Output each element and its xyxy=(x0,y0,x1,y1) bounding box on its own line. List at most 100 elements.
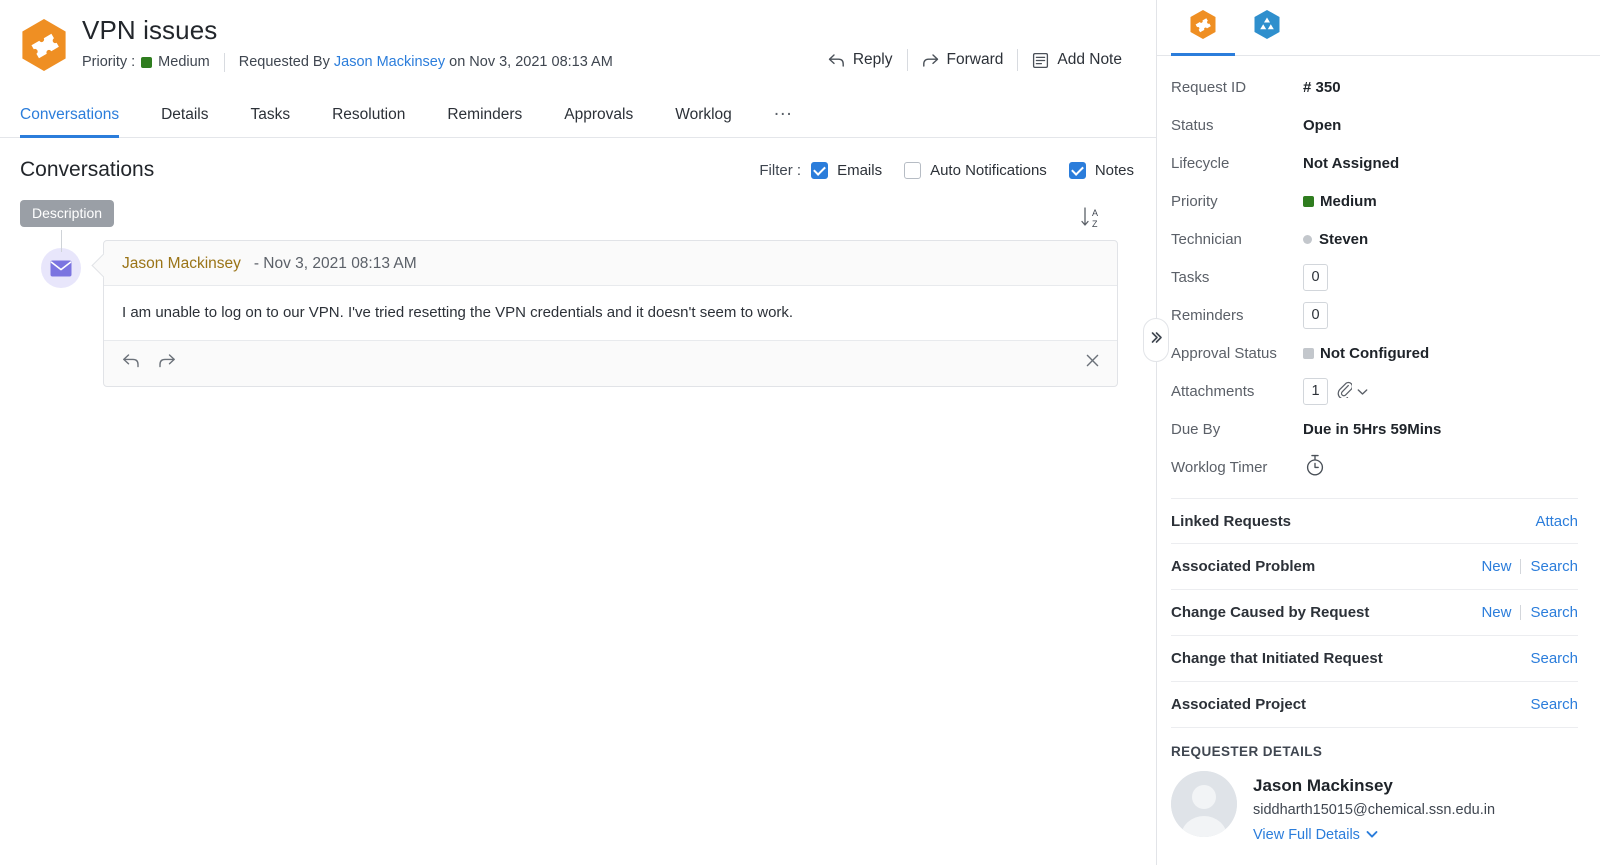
chevron-double-right-icon xyxy=(1149,330,1164,350)
filter-auto-notifications[interactable]: Auto Notifications xyxy=(904,161,1047,179)
message-body: I am unable to log on to our VPN. I've t… xyxy=(104,285,1117,341)
property-worklog-timer: Worklog Timer xyxy=(1171,448,1578,486)
property-due-by: Due By Due in 5Hrs 59Mins xyxy=(1171,410,1578,448)
message-forward-icon[interactable] xyxy=(157,353,176,374)
row-actions: Search xyxy=(1530,696,1578,713)
checkbox-emails[interactable] xyxy=(811,161,829,179)
property-technician: Technician Steven xyxy=(1171,220,1578,258)
requested-on: on Nov 3, 2021 08:13 AM xyxy=(449,54,613,70)
sidebar-tab-bar xyxy=(1157,0,1600,56)
tab-worklog[interactable]: Worklog xyxy=(675,102,732,138)
property-approval-status: Approval Status Not Configured xyxy=(1171,334,1578,372)
search-link[interactable]: Search xyxy=(1530,696,1578,713)
message-reply-icon[interactable] xyxy=(122,353,141,374)
reply-label: Reply xyxy=(852,51,893,68)
requester-link[interactable]: Jason Mackinsey xyxy=(334,52,445,72)
view-full-details-link[interactable]: View Full Details xyxy=(1253,824,1378,846)
message-header: Jason Mackinsey - Nov 3, 2021 08:13 AM xyxy=(104,241,1117,285)
asset-hex-icon xyxy=(1253,9,1281,45)
property-key: Request ID xyxy=(1171,78,1247,96)
property-value-wrap: 1 xyxy=(1303,377,1368,405)
priority-swatch xyxy=(141,56,153,68)
filter-emails[interactable]: Emails xyxy=(811,161,882,179)
reply-button[interactable]: Reply xyxy=(814,51,907,69)
search-link[interactable]: Search xyxy=(1530,604,1578,621)
requested-by-label: Requested By xyxy=(238,54,330,70)
property-key: Tasks xyxy=(1171,268,1210,286)
tab-more[interactable]: ... xyxy=(774,95,793,138)
related-records: Linked Requests Attach Associated Proble… xyxy=(1157,492,1600,728)
requester-details-heading: REQUESTER DETAILS xyxy=(1171,744,1323,759)
panel-collapse-handle[interactable] xyxy=(1143,318,1169,362)
message-bubble: Jason Mackinsey - Nov 3, 2021 08:13 AM I… xyxy=(103,240,1118,387)
meta-divider xyxy=(223,52,225,72)
reply-arrow-icon xyxy=(828,53,845,68)
stopwatch-icon[interactable] xyxy=(1303,453,1327,482)
details-sidebar: Request ID # 350 Status Open Lifecycle N… xyxy=(1157,0,1600,865)
close-icon[interactable] xyxy=(1084,352,1101,374)
reminders-count-box[interactable]: 0 xyxy=(1303,301,1328,329)
tab-approvals[interactable]: Approvals xyxy=(564,102,633,138)
property-value[interactable]: Not Assigned xyxy=(1303,155,1399,172)
property-value-wrap[interactable]: Medium xyxy=(1303,193,1377,210)
thread-stem xyxy=(61,230,62,252)
svg-text:Z: Z xyxy=(1092,219,1098,229)
filter-auto-notifications-label: Auto Notifications xyxy=(930,161,1047,179)
tab-resolution[interactable]: Resolution xyxy=(332,102,405,138)
property-value[interactable]: Open xyxy=(1303,117,1341,134)
forward-button[interactable]: Forward xyxy=(908,51,1018,69)
property-value: # 350 xyxy=(1303,78,1341,96)
property-key: Status xyxy=(1171,116,1214,134)
requester-email: siddharth15015@chemical.ssn.edu.in xyxy=(1253,802,1496,818)
property-attachments: Attachments 1 xyxy=(1171,372,1578,410)
tab-conversations[interactable]: Conversations xyxy=(20,102,120,138)
property-status: Status Open xyxy=(1171,106,1578,144)
row-change-caused-by-request: Change Caused by Request New Search xyxy=(1171,590,1578,636)
property-value-wrap: 0 xyxy=(1303,301,1328,329)
message-timestamp: - Nov 3, 2021 08:13 AM xyxy=(253,255,417,272)
property-key: Worklog Timer xyxy=(1171,458,1268,476)
envelope-icon xyxy=(41,248,81,288)
property-key: Approval Status xyxy=(1171,344,1277,362)
attach-link[interactable]: Attach xyxy=(1535,513,1578,530)
tab-details[interactable]: Details xyxy=(161,102,208,138)
request-hex-icon xyxy=(1189,9,1217,45)
search-link[interactable]: Search xyxy=(1530,558,1578,575)
note-icon xyxy=(1032,52,1049,69)
sidebar-tab-asset[interactable] xyxy=(1235,9,1299,56)
request-detail-page: VPN issues Priority : Medium Requested B… xyxy=(0,0,1600,865)
property-request-id: Request ID # 350 xyxy=(1171,68,1578,106)
technician-status-dot xyxy=(1303,234,1312,244)
priority-value: Medium xyxy=(158,54,210,70)
new-link[interactable]: New xyxy=(1481,558,1511,575)
filter-notes[interactable]: Notes xyxy=(1068,161,1134,179)
requester-details: REQUESTER DETAILS Jason Mackinsey siddha… xyxy=(1157,728,1600,846)
sidebar-tab-request[interactable] xyxy=(1171,9,1235,56)
add-note-label: Add Note xyxy=(1057,51,1122,68)
view-full-details-label: View Full Details xyxy=(1253,827,1360,843)
tasks-count-box[interactable]: 0 xyxy=(1303,263,1328,291)
add-note-button[interactable]: Add Note xyxy=(1018,51,1136,69)
description-row: Description A Z xyxy=(20,200,1134,252)
search-link[interactable]: Search xyxy=(1530,650,1578,667)
message-footer xyxy=(104,341,1117,386)
checkbox-notes[interactable] xyxy=(1068,161,1086,179)
conversation-message: Jason Mackinsey - Nov 3, 2021 08:13 AM I… xyxy=(20,240,1134,387)
message-author: Jason Mackinsey xyxy=(122,255,241,272)
property-value-wrap[interactable]: Steven xyxy=(1303,231,1368,248)
action-divider xyxy=(1520,559,1522,574)
tab-tasks[interactable]: Tasks xyxy=(250,102,290,138)
row-actions: New Search xyxy=(1481,604,1578,621)
approval-status-swatch xyxy=(1303,347,1314,359)
tab-reminders[interactable]: Reminders xyxy=(447,102,522,138)
attachment-menu[interactable] xyxy=(1337,381,1368,402)
property-key: Due By xyxy=(1171,420,1221,438)
action-divider xyxy=(1520,605,1522,620)
sort-az-icon[interactable]: A Z xyxy=(1080,204,1106,237)
attachments-count-box[interactable]: 1 xyxy=(1303,377,1328,405)
new-link[interactable]: New xyxy=(1481,604,1511,621)
row-associated-problem: Associated Problem New Search xyxy=(1171,544,1578,590)
checkbox-auto-notifications[interactable] xyxy=(904,161,922,179)
conversation-filters: Filter : Emails Auto Notifications Notes xyxy=(759,161,1134,179)
ticket-hex-icon xyxy=(20,18,68,72)
